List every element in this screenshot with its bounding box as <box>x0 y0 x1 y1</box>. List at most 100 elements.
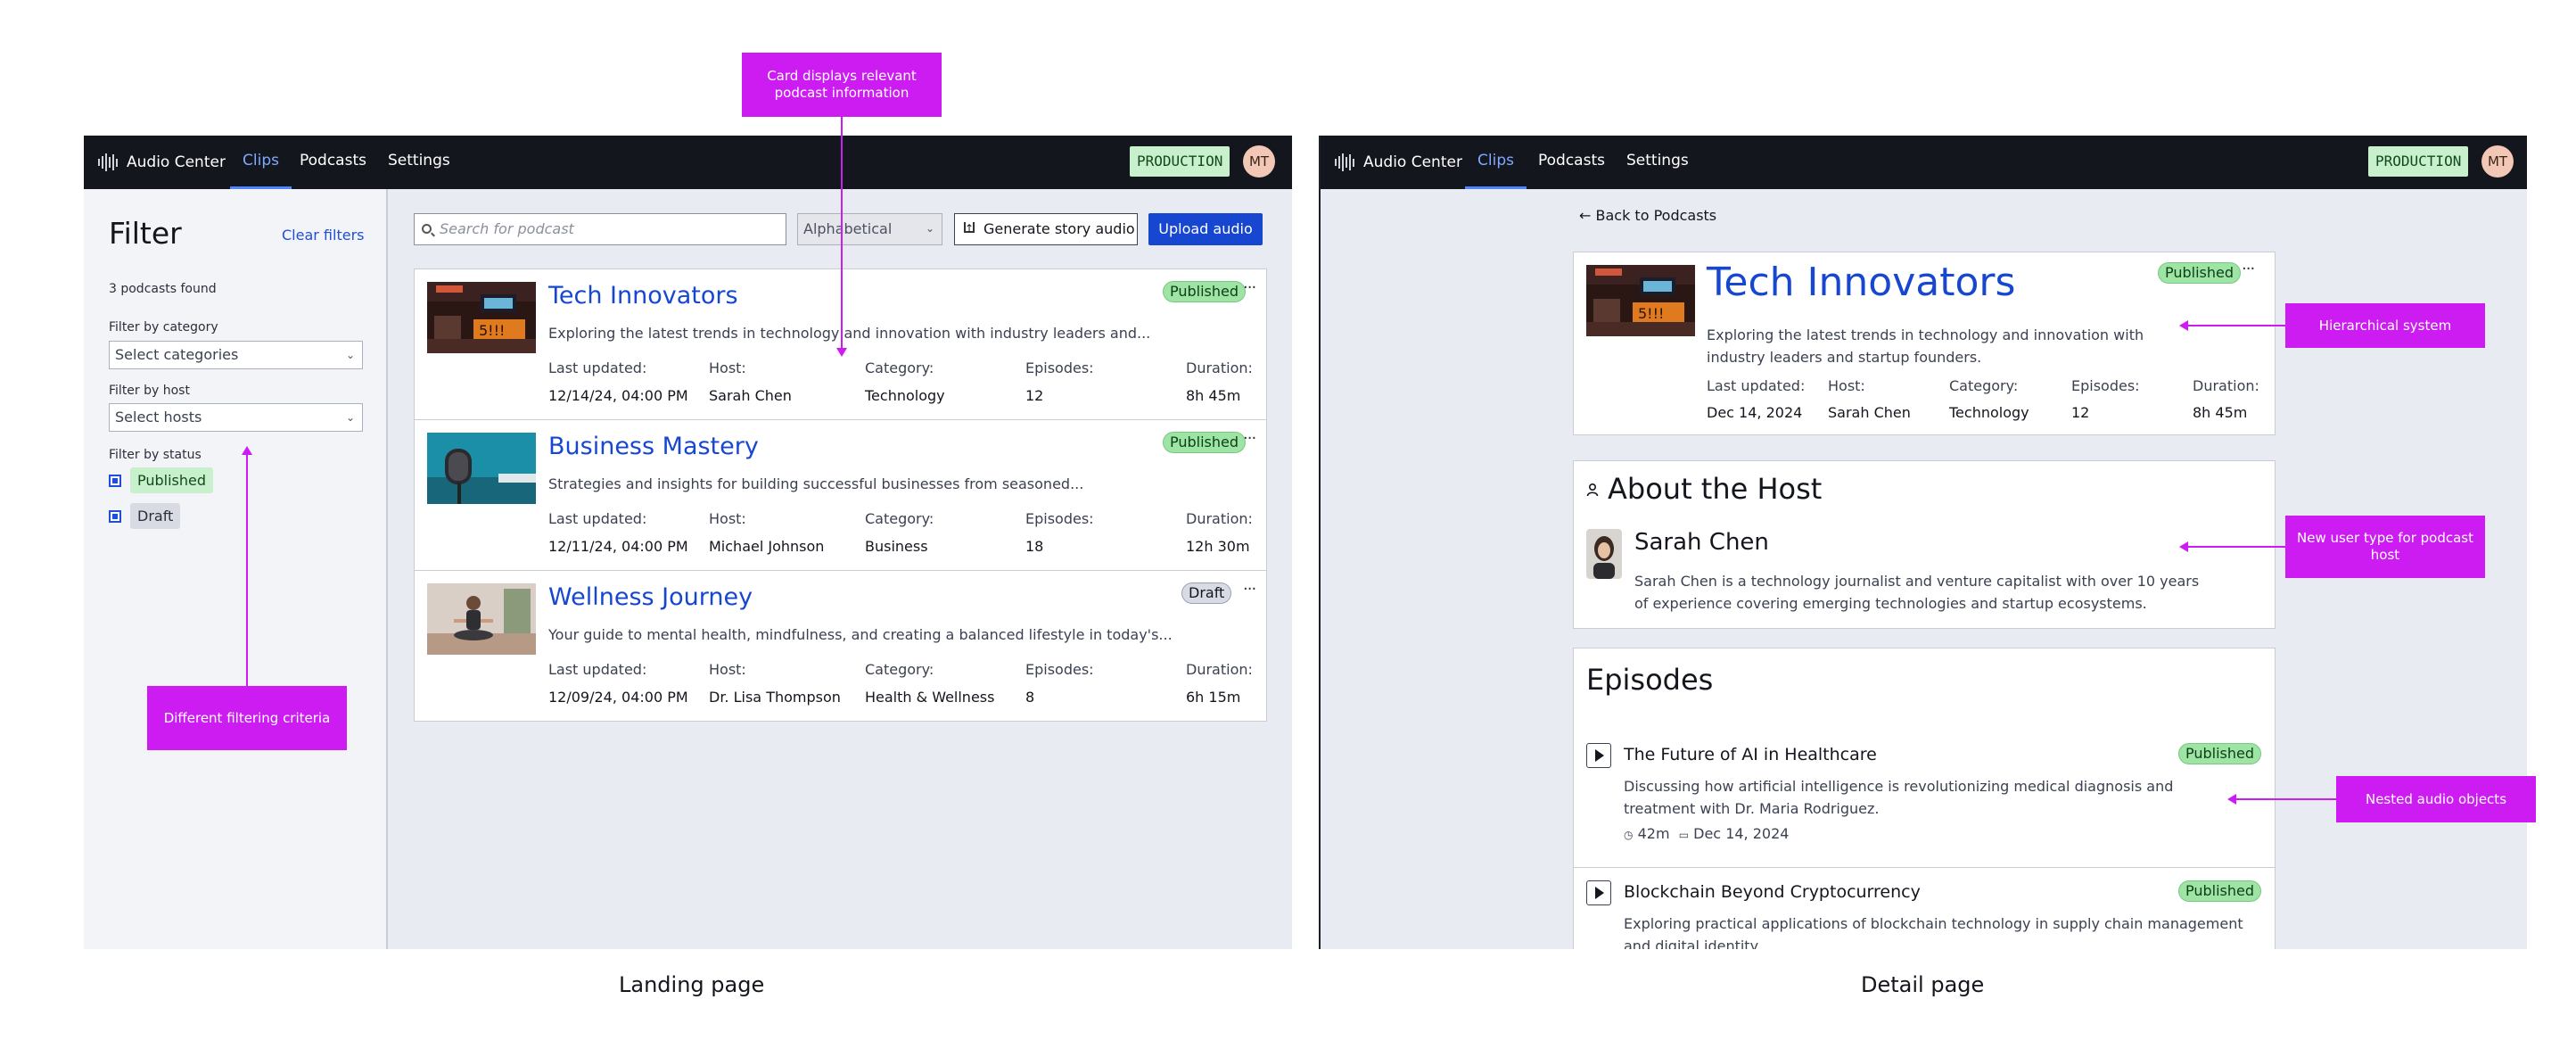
svg-text:5!!!: 5!!! <box>1638 305 1664 322</box>
more-options-icon[interactable]: ··· <box>1243 580 1256 599</box>
podcast-thumbnail-studio: 5!!! <box>427 282 536 353</box>
annotation-nested-audio: Nested audio objects <box>2336 776 2536 822</box>
status-chip-published: Published <box>130 467 214 493</box>
duration-value: 8h 45m <box>2193 404 2248 421</box>
podcast-title[interactable]: Wellness Journey <box>548 583 753 611</box>
brand-name: Audio Center <box>127 153 226 171</box>
host-name: Sarah Chen <box>1634 529 1769 556</box>
duration-label: Duration: <box>1186 359 1253 376</box>
podcast-card[interactable]: 5!!! Tech Innovators Published ··· Explo… <box>414 268 1267 420</box>
nav-tab-settings[interactable]: Settings <box>1626 136 1689 189</box>
duration-label: Duration: <box>2193 377 2259 394</box>
generate-story-audio-label: Generate story audio <box>983 220 1135 237</box>
status-badge: Published <box>2178 880 2262 902</box>
annotation-host-type: New user type for podcast host <box>2285 516 2485 578</box>
waveform-icon <box>98 153 118 172</box>
category-value: Business <box>865 538 928 555</box>
episode-description: Exploring practical applications of bloc… <box>1624 915 2243 949</box>
search-input[interactable]: Search for podcast <box>414 213 786 245</box>
episodes-value: 18 <box>1025 538 1044 555</box>
updated-value: 12/09/24, 04:00 PM <box>548 689 688 706</box>
status-badge: Published <box>1163 281 1247 302</box>
host-label: Host: <box>709 359 746 376</box>
brand[interactable]: Audio Center <box>1335 136 1462 189</box>
brand[interactable]: Audio Center <box>98 136 226 189</box>
environment-badge: PRODUCTION <box>1130 146 1230 177</box>
host-value: Michael Johnson <box>709 538 825 555</box>
nav-tab-podcasts[interactable]: Podcasts <box>1538 136 1605 189</box>
podcast-thumbnail-microphone <box>427 433 536 504</box>
play-icon[interactable] <box>1586 743 1611 768</box>
upload-audio-button[interactable]: Upload audio <box>1148 213 1263 245</box>
status-option-draft[interactable]: Draft <box>109 503 181 529</box>
updated-value: 12/11/24, 04:00 PM <box>548 538 688 555</box>
episode-meta: ◷ 42m ▭ Dec 14, 2024 <box>1624 825 1789 842</box>
episodes-value: 8 <box>1025 689 1035 706</box>
duration-value: 8h 45m <box>1186 387 1241 404</box>
top-nav: Audio Center Clips Podcasts Settings PRO… <box>84 136 1292 189</box>
user-avatar[interactable]: MT <box>2481 145 2514 178</box>
status-option-published[interactable]: Published <box>109 467 214 493</box>
more-options-icon[interactable]: ··· <box>1243 429 1256 448</box>
category-label: Category: <box>865 510 934 527</box>
duration-value: 12h 30m <box>1186 538 1250 555</box>
podcast-thumbnail-studio: 5!!! <box>1586 265 1695 336</box>
category-select[interactable]: Select categories ⌄ <box>109 341 363 369</box>
status-badge: Published <box>2158 262 2242 284</box>
more-options-icon[interactable]: ··· <box>1243 278 1256 297</box>
updated-label: Last updated: <box>548 510 647 527</box>
upload-icon <box>964 214 975 244</box>
search-placeholder: Search for podcast <box>440 220 574 237</box>
sort-select[interactable]: Alphabetical ⌄ <box>797 213 942 245</box>
checkbox[interactable] <box>109 474 121 487</box>
environment-badge: PRODUCTION <box>2368 146 2469 177</box>
episodes-label: Episodes: <box>1025 661 1094 678</box>
podcast-title[interactable]: Tech Innovators <box>548 282 738 310</box>
host-value: Sarah Chen <box>1828 404 1911 421</box>
episode-title[interactable]: The Future of AI in Healthcare <box>1624 745 1877 764</box>
caption-landing-page: Landing page <box>619 972 765 997</box>
podcast-card[interactable]: Wellness Journey Draft ··· Your guide to… <box>414 570 1267 722</box>
nav-tab-clips[interactable]: Clips <box>1465 136 1527 189</box>
podcast-title[interactable]: Business Mastery <box>548 433 759 460</box>
status-badge: Draft <box>1181 582 1232 604</box>
landing-page-panel: Audio Center Clips Podcasts Settings PRO… <box>84 136 1292 949</box>
back-to-podcasts-link[interactable]: ← Back to Podcasts <box>1579 207 1716 224</box>
chevron-down-icon: ⌄ <box>345 349 355 361</box>
episode-row[interactable]: Blockchain Beyond Cryptocurrency Publish… <box>1574 870 2275 949</box>
episode-description: Discussing how artificial intelligence i… <box>1624 778 2174 817</box>
host-value: Sarah Chen <box>709 387 792 404</box>
host-select[interactable]: Select hosts ⌄ <box>109 403 363 432</box>
host-bio: Sarah Chen is a technology journalist an… <box>1634 573 2200 612</box>
play-icon[interactable] <box>1586 880 1611 905</box>
category-value: Technology <box>1949 404 2029 421</box>
clear-filters-link[interactable]: Clear filters <box>282 227 364 244</box>
nav-tab-podcasts[interactable]: Podcasts <box>300 136 366 189</box>
updated-label: Last updated: <box>1707 377 1806 394</box>
status-chip-draft: Draft <box>130 503 181 529</box>
more-options-icon[interactable]: ··· <box>2242 260 2255 278</box>
user-avatar[interactable]: MT <box>1243 145 1275 178</box>
category-label: Category: <box>1949 377 2019 394</box>
about-host-card: About the Host Sarah Chen Sarah Chen is … <box>1573 460 2276 629</box>
category-label: Category: <box>865 359 934 376</box>
episode-row[interactable]: The Future of AI in Healthcare Published… <box>1574 734 2275 868</box>
episode-title[interactable]: Blockchain Beyond Cryptocurrency <box>1624 882 1921 902</box>
nav-tab-settings[interactable]: Settings <box>388 136 450 189</box>
episodes-label: Episodes: <box>2071 377 2140 394</box>
generate-story-audio-button[interactable]: Generate story audio <box>954 213 1138 245</box>
podcast-description: Exploring the latest trends in technolog… <box>1707 326 2144 366</box>
checkbox[interactable] <box>109 509 121 523</box>
updated-value: 12/14/24, 04:00 PM <box>548 387 688 404</box>
annotation-hierarchical: Hierarchical system <box>2285 303 2485 348</box>
podcast-title: Tech Innovators <box>1707 260 2016 305</box>
filter-sidebar: Filter Clear filters 3 podcasts found Fi… <box>84 189 388 949</box>
nav-tab-clips[interactable]: Clips <box>230 136 292 189</box>
podcast-card[interactable]: Business Mastery Published ··· Strategie… <box>414 419 1267 571</box>
annotation-filtering: Different filtering criteria <box>147 686 347 750</box>
host-label: Host: <box>709 661 746 678</box>
host-filter-label: Filter by host <box>109 384 190 398</box>
episodes-value: 12 <box>2071 404 2090 421</box>
episodes-label: Episodes: <box>1025 359 1094 376</box>
waveform-icon <box>1335 153 1354 172</box>
